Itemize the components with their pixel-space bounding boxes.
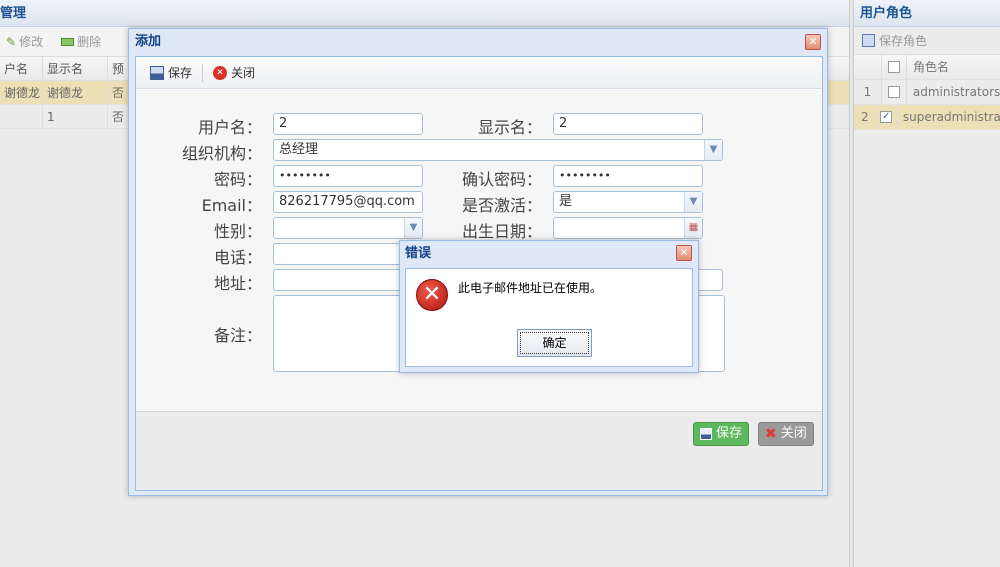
error-dialog-title: 错误 ✕	[400, 241, 698, 267]
row-checkbox[interactable]: ✓	[877, 105, 897, 129]
pencil-icon: ✎	[6, 34, 17, 49]
minus-icon	[61, 37, 75, 46]
error-dialog-body: ✕ 此电子邮件地址已在使用。 确定	[405, 268, 693, 367]
username-label: 用户名：	[197, 118, 262, 137]
chevron-down-icon[interactable]: ▼	[704, 140, 722, 160]
phone-label: 电话：	[213, 248, 262, 267]
roles-header: 角色名	[854, 55, 1000, 80]
checkbox	[888, 61, 900, 73]
save-roles-label: 保存角色	[879, 34, 928, 48]
password-field[interactable]: ••••••••	[273, 165, 423, 187]
org-value: 总经理	[279, 142, 319, 157]
footer-close-label: 关闭	[780, 426, 807, 441]
display-name-field[interactable]: 2	[553, 113, 703, 135]
checkbox: ✓	[880, 111, 893, 123]
delete-label: 删除	[77, 35, 102, 49]
email-label: Email：	[201, 196, 262, 215]
cell-display-name: 谢德龙	[43, 81, 108, 104]
save-button[interactable]: 保存	[146, 64, 196, 81]
col-username[interactable]: 户名	[0, 57, 43, 80]
list-item[interactable]: 1 administrators	[854, 80, 1000, 105]
checkbox	[887, 86, 900, 98]
cell-display-name: 1	[43, 105, 108, 128]
confirm-password-field[interactable]: ••••••••	[553, 165, 703, 187]
email-field[interactable]: 826217795@qq.com	[273, 191, 423, 213]
footer-save-button[interactable]: 保存	[693, 422, 750, 446]
address-label: 地址：	[213, 274, 262, 293]
list-item[interactable]: 2 ✓ superadministrators	[854, 105, 1000, 130]
col-role-name[interactable]: 角色名	[907, 55, 949, 79]
password-label: 密码：	[213, 170, 262, 189]
error-dialog: 错误 ✕ ✕ 此电子邮件地址已在使用。 确定	[399, 240, 699, 373]
cell-username	[0, 105, 43, 128]
cancel-icon: ✖	[765, 426, 777, 442]
gender-label: 性别：	[213, 222, 262, 241]
username-field[interactable]: 2	[273, 113, 423, 135]
close-icon[interactable]: ✕	[805, 34, 821, 50]
save-roles-button[interactable]: 保存角色	[854, 27, 1000, 55]
gender-select[interactable]: ▼	[273, 217, 423, 239]
dialog-footer: 保存 ✖ 关闭	[136, 411, 822, 490]
confirm-password-label: 确认密码：	[461, 170, 542, 189]
close-button[interactable]: ✕ 关闭	[209, 64, 259, 81]
calendar-icon[interactable]: ▦	[684, 218, 702, 238]
edit-button[interactable]: ✎ 修改	[0, 33, 49, 50]
active-label: 是否激活：	[461, 196, 542, 215]
close-label: 关闭	[231, 66, 256, 80]
error-title-text: 错误	[405, 246, 432, 261]
display-name-label: 显示名：	[477, 118, 542, 137]
error-icon: ✕	[416, 279, 448, 311]
chevron-down-icon[interactable]: ▼	[684, 192, 702, 212]
birth-date-label: 出生日期：	[461, 222, 542, 241]
delete-button[interactable]: 删除	[55, 33, 107, 50]
panel-title: 管理	[0, 0, 849, 27]
header-num-cell	[854, 55, 882, 79]
roles-panel-title: 用户角色	[854, 0, 1000, 27]
role-name: superadministrators	[902, 110, 1000, 124]
row-number: 2	[854, 105, 877, 129]
chevron-down-icon[interactable]: ▼	[404, 218, 422, 238]
active-value: 是	[559, 194, 573, 209]
dialog-toolbar: 保存 ✕ 关闭	[136, 57, 822, 89]
select-all-checkbox[interactable]	[882, 55, 907, 79]
cancel-icon: ✕	[213, 65, 228, 80]
footer-save-label: 保存	[716, 426, 743, 441]
footer-close-button[interactable]: ✖ 关闭	[758, 422, 814, 446]
org-label: 组织机构：	[181, 144, 262, 163]
birth-date-field[interactable]: ▦	[553, 217, 703, 239]
floppy-icon	[862, 34, 875, 47]
floppy-icon	[150, 65, 164, 80]
row-number: 1	[854, 80, 882, 104]
ok-button[interactable]: 确定	[517, 329, 592, 357]
save-label: 保存	[168, 66, 193, 80]
role-name: administrators	[912, 85, 1000, 99]
user-roles-panel: 用户角色 保存角色 角色名 1 administrators 2 ✓ super…	[853, 0, 1000, 567]
dialog-title: 添加 ✕	[129, 29, 827, 55]
error-message: 此电子邮件地址已在使用。	[458, 281, 603, 295]
remark-label: 备注：	[213, 326, 262, 345]
close-icon[interactable]: ✕	[676, 245, 692, 261]
org-select[interactable]: 总经理 ▼	[273, 139, 723, 161]
row-checkbox[interactable]	[882, 80, 907, 104]
edit-label: 修改	[19, 35, 44, 49]
col-display-name[interactable]: 显示名	[43, 57, 108, 80]
toolbar-divider	[202, 63, 204, 82]
floppy-icon	[700, 428, 712, 440]
active-select[interactable]: 是 ▼	[553, 191, 703, 213]
cell-username: 谢德龙	[0, 81, 43, 104]
dialog-title-text: 添加	[135, 34, 162, 49]
